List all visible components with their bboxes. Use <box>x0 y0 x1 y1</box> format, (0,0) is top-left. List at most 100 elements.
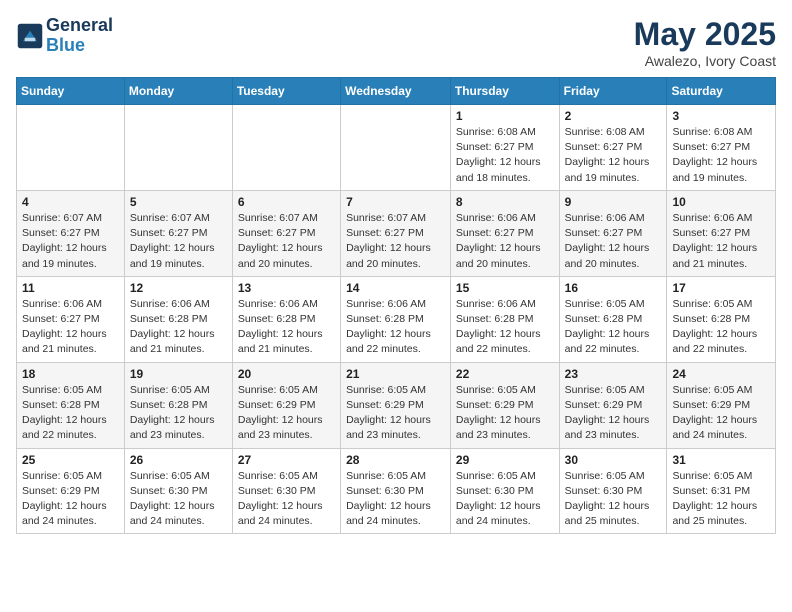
page-header: GeneralBlue May 2025 Awalezo, Ivory Coas… <box>16 16 776 69</box>
calendar-cell: 16 Sunrise: 6:05 AM Sunset: 6:28 PM Dayli… <box>559 276 667 362</box>
day-number: 1 <box>456 109 554 123</box>
calendar-cell: 24 Sunrise: 6:05 AM Sunset: 6:29 PM Dayli… <box>667 362 776 448</box>
day-info: Sunrise: 6:05 AM Sunset: 6:31 PM Dayligh… <box>672 469 770 530</box>
calendar-cell: 28 Sunrise: 6:05 AM Sunset: 6:30 PM Dayli… <box>341 448 451 534</box>
day-info: Sunrise: 6:06 AM Sunset: 6:28 PM Dayligh… <box>456 297 554 358</box>
day-info: Sunrise: 6:06 AM Sunset: 6:27 PM Dayligh… <box>22 297 119 358</box>
day-info: Sunrise: 6:05 AM Sunset: 6:28 PM Dayligh… <box>565 297 662 358</box>
day-number: 31 <box>672 453 770 467</box>
week-row-1: 1 Sunrise: 6:08 AM Sunset: 6:27 PM Daylig… <box>17 105 776 191</box>
day-number: 17 <box>672 281 770 295</box>
day-info: Sunrise: 6:06 AM Sunset: 6:27 PM Dayligh… <box>672 211 770 272</box>
day-info: Sunrise: 6:05 AM Sunset: 6:29 PM Dayligh… <box>672 383 770 444</box>
day-info: Sunrise: 6:05 AM Sunset: 6:28 PM Dayligh… <box>672 297 770 358</box>
day-number: 12 <box>130 281 227 295</box>
calendar-cell: 11 Sunrise: 6:06 AM Sunset: 6:27 PM Dayli… <box>17 276 125 362</box>
calendar-cell: 23Sunrise: 6:05 AM Sunset: 6:29 PM Dayli… <box>559 362 667 448</box>
calendar-cell: 27 Sunrise: 6:05 AM Sunset: 6:30 PM Dayli… <box>232 448 340 534</box>
day-number: 3 <box>672 109 770 123</box>
day-number: 11 <box>22 281 119 295</box>
day-number: 19 <box>130 367 227 381</box>
day-number: 14 <box>346 281 445 295</box>
calendar-cell: 17 Sunrise: 6:05 AM Sunset: 6:28 PM Dayli… <box>667 276 776 362</box>
day-number: 5 <box>130 195 227 209</box>
day-number: 15 <box>456 281 554 295</box>
day-number: 24 <box>672 367 770 381</box>
day-info: Sunrise: 6:05 AM Sunset: 6:30 PM Dayligh… <box>130 469 227 530</box>
logo: GeneralBlue <box>16 16 113 56</box>
day-number: 2 <box>565 109 662 123</box>
day-info: Sunrise: 6:05 AM Sunset: 6:30 PM Dayligh… <box>565 469 662 530</box>
calendar-cell <box>17 105 125 191</box>
day-number: 16 <box>565 281 662 295</box>
day-info: Sunrise: 6:08 AM Sunset: 6:27 PM Dayligh… <box>456 125 554 186</box>
day-info: Sunrise: 6:05 AM Sunset: 6:29 PM Dayligh… <box>22 469 119 530</box>
day-info: Sunrise: 6:07 AM Sunset: 6:27 PM Dayligh… <box>22 211 119 272</box>
week-row-3: 11 Sunrise: 6:06 AM Sunset: 6:27 PM Dayli… <box>17 276 776 362</box>
day-info: Sunrise: 6:05 AM Sunset: 6:29 PM Dayligh… <box>565 383 662 444</box>
calendar-cell: 15 Sunrise: 6:06 AM Sunset: 6:28 PM Dayli… <box>450 276 559 362</box>
day-header-monday: Monday <box>124 78 232 105</box>
day-info: Sunrise: 6:08 AM Sunset: 6:27 PM Dayligh… <box>565 125 662 186</box>
day-number: 8 <box>456 195 554 209</box>
day-info: Sunrise: 6:08 AM Sunset: 6:27 PM Dayligh… <box>672 125 770 186</box>
calendar-cell: 29Sunrise: 6:05 AM Sunset: 6:30 PM Dayli… <box>450 448 559 534</box>
day-number: 18 <box>22 367 119 381</box>
month-title: May 2025 <box>634 16 776 53</box>
day-number: 28 <box>346 453 445 467</box>
day-info: Sunrise: 6:07 AM Sunset: 6:27 PM Dayligh… <box>346 211 445 272</box>
calendar-cell <box>124 105 232 191</box>
week-row-4: 18 Sunrise: 6:05 AM Sunset: 6:28 PM Dayli… <box>17 362 776 448</box>
day-number: 27 <box>238 453 335 467</box>
calendar-cell: 20Sunrise: 6:05 AM Sunset: 6:29 PM Dayli… <box>232 362 340 448</box>
day-info: Sunrise: 6:07 AM Sunset: 6:27 PM Dayligh… <box>130 211 227 272</box>
title-block: May 2025 Awalezo, Ivory Coast <box>634 16 776 69</box>
day-info: Sunrise: 6:05 AM Sunset: 6:30 PM Dayligh… <box>346 469 445 530</box>
calendar-cell: 1 Sunrise: 6:08 AM Sunset: 6:27 PM Daylig… <box>450 105 559 191</box>
calendar-cell: 3 Sunrise: 6:08 AM Sunset: 6:27 PM Daylig… <box>667 105 776 191</box>
location: Awalezo, Ivory Coast <box>634 53 776 69</box>
calendar-cell: 12 Sunrise: 6:06 AM Sunset: 6:28 PM Dayli… <box>124 276 232 362</box>
day-info: Sunrise: 6:06 AM Sunset: 6:27 PM Dayligh… <box>565 211 662 272</box>
day-header-wednesday: Wednesday <box>341 78 451 105</box>
calendar-cell: 9 Sunrise: 6:06 AM Sunset: 6:27 PM Daylig… <box>559 190 667 276</box>
week-row-2: 4Sunrise: 6:07 AM Sunset: 6:27 PM Daylig… <box>17 190 776 276</box>
day-info: Sunrise: 6:06 AM Sunset: 6:27 PM Dayligh… <box>456 211 554 272</box>
calendar-cell: 30 Sunrise: 6:05 AM Sunset: 6:30 PM Dayli… <box>559 448 667 534</box>
day-number: 10 <box>672 195 770 209</box>
logo-text: GeneralBlue <box>46 16 113 56</box>
calendar-cell: 4Sunrise: 6:07 AM Sunset: 6:27 PM Daylig… <box>17 190 125 276</box>
day-info: Sunrise: 6:05 AM Sunset: 6:30 PM Dayligh… <box>456 469 554 530</box>
logo-icon <box>16 22 44 50</box>
day-number: 22 <box>456 367 554 381</box>
week-row-5: 25 Sunrise: 6:05 AM Sunset: 6:29 PM Dayli… <box>17 448 776 534</box>
calendar-cell: 7Sunrise: 6:07 AM Sunset: 6:27 PM Daylig… <box>341 190 451 276</box>
day-info: Sunrise: 6:05 AM Sunset: 6:28 PM Dayligh… <box>22 383 119 444</box>
calendar-cell: 13Sunrise: 6:06 AM Sunset: 6:28 PM Dayli… <box>232 276 340 362</box>
day-number: 25 <box>22 453 119 467</box>
day-number: 30 <box>565 453 662 467</box>
day-info: Sunrise: 6:06 AM Sunset: 6:28 PM Dayligh… <box>130 297 227 358</box>
day-header-saturday: Saturday <box>667 78 776 105</box>
day-info: Sunrise: 6:05 AM Sunset: 6:30 PM Dayligh… <box>238 469 335 530</box>
day-number: 26 <box>130 453 227 467</box>
day-info: Sunrise: 6:06 AM Sunset: 6:28 PM Dayligh… <box>346 297 445 358</box>
day-header-sunday: Sunday <box>17 78 125 105</box>
calendar-cell: 5 Sunrise: 6:07 AM Sunset: 6:27 PM Daylig… <box>124 190 232 276</box>
day-number: 9 <box>565 195 662 209</box>
day-header-friday: Friday <box>559 78 667 105</box>
calendar-cell: 10 Sunrise: 6:06 AM Sunset: 6:27 PM Dayli… <box>667 190 776 276</box>
day-headers-row: SundayMondayTuesdayWednesdayThursdayFrid… <box>17 78 776 105</box>
calendar-cell <box>232 105 340 191</box>
day-number: 20 <box>238 367 335 381</box>
day-info: Sunrise: 6:07 AM Sunset: 6:27 PM Dayligh… <box>238 211 335 272</box>
calendar-cell: 8 Sunrise: 6:06 AM Sunset: 6:27 PM Daylig… <box>450 190 559 276</box>
day-number: 6 <box>238 195 335 209</box>
calendar-cell: 14 Sunrise: 6:06 AM Sunset: 6:28 PM Dayli… <box>341 276 451 362</box>
calendar-cell: 6 Sunrise: 6:07 AM Sunset: 6:27 PM Daylig… <box>232 190 340 276</box>
day-number: 21 <box>346 367 445 381</box>
calendar-cell: 2 Sunrise: 6:08 AM Sunset: 6:27 PM Daylig… <box>559 105 667 191</box>
calendar-cell <box>341 105 451 191</box>
day-info: Sunrise: 6:06 AM Sunset: 6:28 PM Dayligh… <box>238 297 335 358</box>
day-info: Sunrise: 6:05 AM Sunset: 6:29 PM Dayligh… <box>456 383 554 444</box>
